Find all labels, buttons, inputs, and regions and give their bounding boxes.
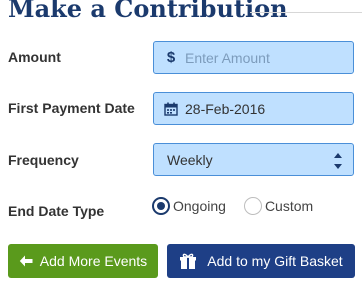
gift-icon	[179, 252, 197, 270]
amount-input[interactable]: $ Enter Amount	[153, 41, 354, 74]
end-date-type-radio-group: Ongoing Custom	[152, 197, 331, 215]
amount-placeholder: Enter Amount	[185, 49, 270, 66]
frequency-value: Weekly	[167, 151, 213, 168]
radio-custom-label: Custom	[264, 198, 314, 214]
radio-selected-icon	[152, 197, 170, 215]
radio-ongoing[interactable]: Ongoing	[152, 197, 226, 215]
add-more-events-label: Add More Events	[39, 253, 148, 269]
first-payment-date-value: 28-Feb-2016	[185, 100, 266, 117]
arrow-left-icon	[19, 255, 33, 267]
add-to-gift-basket-button[interactable]: Add to my Gift Basket	[167, 244, 355, 278]
add-to-gift-basket-label: Add to my Gift Basket	[207, 253, 343, 269]
first-payment-date-field[interactable]: 28-Feb-2016	[153, 92, 354, 125]
first-payment-date-label: First Payment Date	[8, 100, 135, 116]
frequency-label: Frequency	[8, 152, 79, 168]
radio-ongoing-label: Ongoing	[173, 198, 226, 214]
radio-custom[interactable]: Custom	[243, 197, 314, 215]
page-title: Make a Contribution	[8, 0, 288, 23]
end-date-type-label: End Date Type	[8, 203, 105, 219]
frequency-select[interactable]: Weekly	[153, 143, 354, 176]
dollar-sign-icon: $	[166, 49, 176, 66]
select-arrows-icon	[333, 151, 343, 171]
calendar-icon	[163, 102, 179, 116]
title-divider	[250, 12, 362, 13]
add-more-events-button[interactable]: Add More Events	[8, 244, 158, 278]
amount-label: Amount	[8, 49, 61, 65]
radio-unselected-icon	[243, 197, 262, 215]
